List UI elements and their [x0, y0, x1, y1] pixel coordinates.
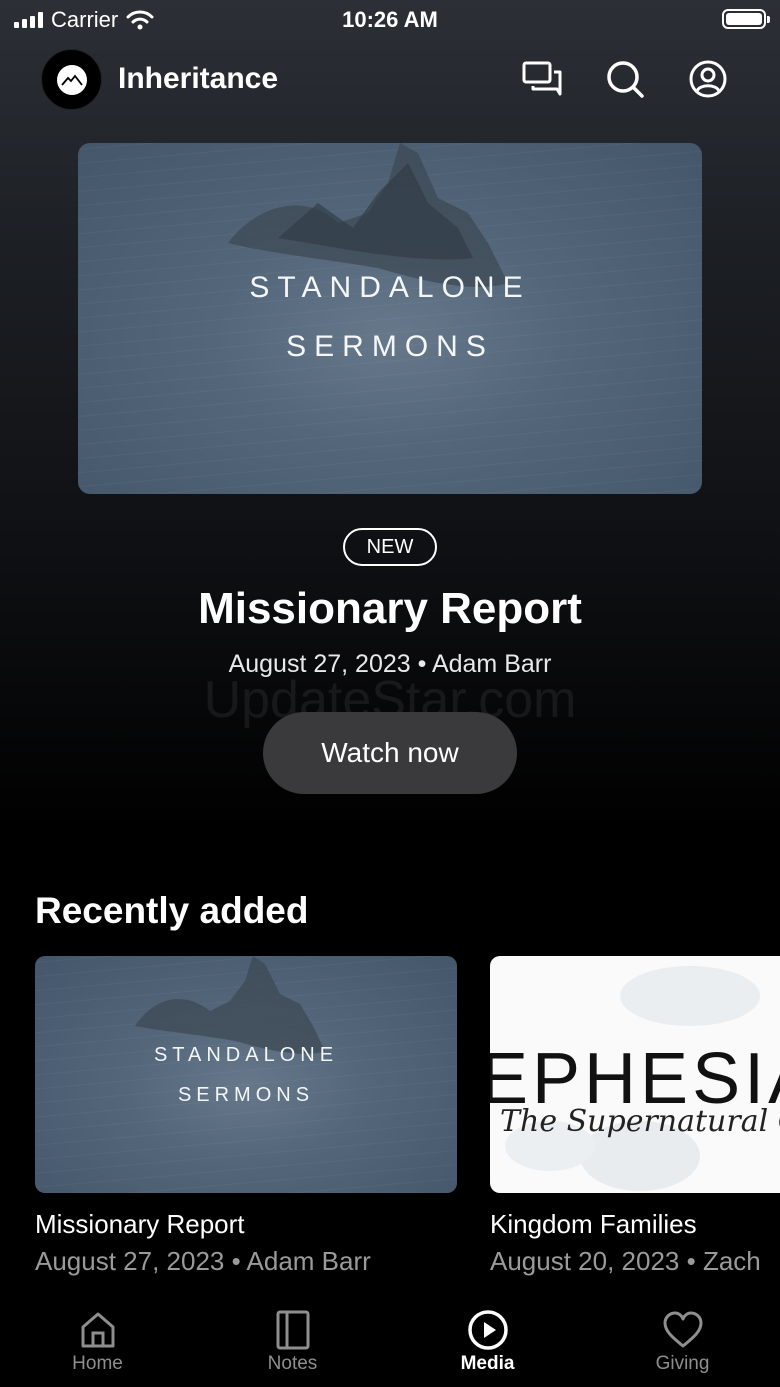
tab-bar: Home Notes Media Giving: [0, 1297, 780, 1387]
card-date: August 20, 2023: [490, 1246, 680, 1276]
status-bar: Carrier 10:26 AM: [0, 0, 780, 40]
media-thumbnail[interactable]: EPHESIA The Supernatural C: [490, 956, 780, 1193]
home-icon: [81, 1312, 114, 1348]
battery-icon: [722, 9, 770, 29]
card-author: Zach: [702, 1246, 761, 1276]
section-title-recently-added: Recently added: [35, 890, 309, 931]
profile-icon: [689, 60, 727, 98]
tab-notes[interactable]: Notes: [195, 1307, 390, 1375]
search-button[interactable]: [604, 58, 646, 100]
card-image-line1: STANDALONE: [153, 1044, 339, 1066]
tab-home[interactable]: Home: [0, 1307, 195, 1375]
card-title: Kingdom Families: [490, 1209, 697, 1239]
app-screen: Carrier 10:26 AM Inheritance STANDALONE …: [0, 0, 780, 1387]
card-meta: August 20, 2023 • Zach: [490, 1246, 761, 1277]
card-meta: August 27, 2023 • Adam Barr: [35, 1246, 371, 1277]
heart-icon: [663, 1311, 702, 1348]
tab-label: Home: [72, 1353, 123, 1374]
watch-now-button[interactable]: Watch now: [263, 712, 517, 794]
search-icon: [607, 61, 644, 98]
card-date: August 27, 2023: [35, 1246, 225, 1276]
tab-media[interactable]: Media: [390, 1307, 585, 1375]
mountain-icon: [60, 74, 83, 86]
hero-author: Adam Barr: [431, 650, 552, 678]
card-author: Adam Barr: [246, 1246, 371, 1276]
notes-icon: [276, 1310, 309, 1350]
meta-separator: •: [686, 1246, 696, 1276]
app-header: Inheritance: [0, 48, 780, 112]
media-thumbnail[interactable]: STANDALONE SERMONS: [35, 956, 457, 1193]
tab-label: Notes: [267, 1353, 318, 1374]
media-card[interactable]: EPHESIA The Supernatural C Kingdom Famil…: [490, 956, 780, 1276]
hero-artwork[interactable]: STANDALONE SERMONS: [78, 143, 702, 494]
chat-icon: [522, 61, 562, 96]
app-title: Inheritance: [118, 62, 279, 95]
hero-date: August 27, 2023: [228, 650, 411, 678]
profile-button[interactable]: [687, 58, 729, 100]
new-badge: NEW: [343, 528, 437, 566]
tab-label: Media: [460, 1353, 515, 1374]
hero-image-line2: SERMONS: [286, 330, 494, 363]
play-icon: [467, 1310, 508, 1350]
card-image-line2: The Supernatural C: [500, 1104, 780, 1139]
status-time: 10:26 AM: [342, 7, 438, 32]
church-logo[interactable]: [41, 49, 102, 110]
meta-separator: •: [231, 1246, 241, 1276]
chat-button[interactable]: [521, 58, 563, 100]
hero-meta: August 27, 2023 • Adam Barr: [0, 650, 780, 679]
card-title: Missionary Report: [35, 1209, 245, 1239]
media-card[interactable]: STANDALONE SERMONS Missionary Report Aug…: [35, 956, 457, 1276]
hero-title: Missionary Report: [198, 584, 582, 633]
card-image-line2: SERMONS: [177, 1084, 315, 1106]
rock-island-image: [135, 956, 325, 1054]
tab-giving[interactable]: Giving: [585, 1307, 780, 1375]
tab-label: Giving: [655, 1353, 710, 1374]
meta-separator: •: [417, 650, 427, 678]
hero-image-line1: STANDALONE: [249, 271, 531, 304]
rock-island-image: [228, 143, 508, 288]
